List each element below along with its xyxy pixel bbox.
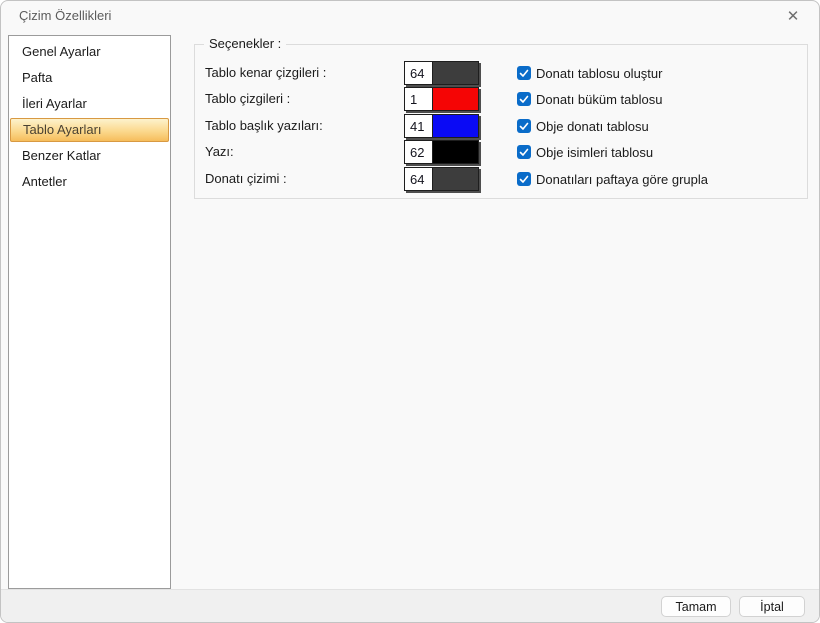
checkbox-create-rebar-table[interactable]: Donatı tablosu oluştur <box>517 61 662 85</box>
dialog-footer: Tamam İptal <box>1 589 819 622</box>
check-icon <box>519 147 529 157</box>
pen-number-input[interactable] <box>405 168 433 190</box>
pen-picker-text[interactable] <box>404 140 479 164</box>
pen-color-swatch[interactable] <box>433 168 478 190</box>
pen-number-input[interactable] <box>405 141 433 163</box>
sidebar-item-benzer-katlar[interactable]: Benzer Katlar <box>10 143 169 169</box>
close-icon: ✕ <box>787 7 800 25</box>
sidebar-item-ileri-ayarlar[interactable]: İleri Ayarlar <box>10 91 169 117</box>
pen-color-swatch[interactable] <box>433 141 478 163</box>
check-icon <box>519 94 529 104</box>
sidebar-item-genel-ayarlar[interactable]: Genel Ayarlar <box>10 39 169 65</box>
check-icon <box>519 68 529 78</box>
setting-label: Tablo çizgileri : <box>205 87 290 111</box>
pen-number-input[interactable] <box>405 62 433 84</box>
checkbox-box <box>517 145 531 159</box>
checkbox-object-rebar-table[interactable]: Obje donatı tablosu <box>517 114 649 138</box>
setting-row: Tablo çizgileri : Donatı büküm tablosu <box>195 87 807 111</box>
pen-picker-table-border-lines[interactable] <box>404 61 479 85</box>
groupbox-title: Seçenekler : <box>204 36 286 51</box>
check-icon <box>519 174 529 184</box>
titlebar: Çizim Özellikleri ✕ <box>1 1 819 31</box>
window-title: Çizim Özellikleri <box>19 1 111 31</box>
checkbox-label: Donatı büküm tablosu <box>536 92 662 107</box>
settings-category-list: Genel Ayarlar Pafta İleri Ayarlar Tablo … <box>8 35 171 589</box>
checkbox-box <box>517 92 531 106</box>
checkbox-box <box>517 66 531 80</box>
drawing-properties-dialog: Çizim Özellikleri ✕ Genel Ayarlar Pafta … <box>0 0 820 623</box>
checkbox-label: Obje isimleri tablosu <box>536 145 653 160</box>
checkbox-box <box>517 172 531 186</box>
pen-number-input[interactable] <box>405 115 433 137</box>
check-icon <box>519 121 529 131</box>
setting-label: Tablo başlık yazıları: <box>205 114 323 138</box>
checkbox-label: Obje donatı tablosu <box>536 119 649 134</box>
setting-row: Yazı: Obje isimleri tablosu <box>195 140 807 164</box>
options-groupbox: Seçenekler : Tablo kenar çizgileri : Don… <box>194 44 808 199</box>
setting-label: Yazı: <box>205 140 234 164</box>
ok-button[interactable]: Tamam <box>661 596 731 617</box>
pen-color-swatch[interactable] <box>433 88 478 110</box>
checkbox-label: Donatıları paftaya göre grupla <box>536 172 708 187</box>
setting-row: Tablo kenar çizgileri : Donatı tablosu o… <box>195 61 807 85</box>
sidebar-item-pafta[interactable]: Pafta <box>10 65 169 91</box>
sidebar-item-tablo-ayarlari[interactable]: Tablo Ayarları <box>10 118 169 142</box>
setting-row: Tablo başlık yazıları: Obje donatı tablo… <box>195 114 807 138</box>
sidebar-item-antetler[interactable]: Antetler <box>10 169 169 195</box>
cancel-button[interactable]: İptal <box>739 596 805 617</box>
pen-number-input[interactable] <box>405 88 433 110</box>
close-button[interactable]: ✕ <box>777 4 809 28</box>
setting-label: Donatı çizimi : <box>205 167 287 191</box>
pen-picker-table-header-text[interactable] <box>404 114 479 138</box>
checkbox-group-rebars-by-sheet[interactable]: Donatıları paftaya göre grupla <box>517 167 708 191</box>
setting-label: Tablo kenar çizgileri : <box>205 61 326 85</box>
checkbox-label: Donatı tablosu oluştur <box>536 66 662 81</box>
pen-picker-table-lines[interactable] <box>404 87 479 111</box>
pen-color-swatch[interactable] <box>433 62 478 84</box>
checkbox-rebar-bending-table[interactable]: Donatı büküm tablosu <box>517 87 662 111</box>
checkbox-object-names-table[interactable]: Obje isimleri tablosu <box>517 140 653 164</box>
pen-picker-rebar-drawing[interactable] <box>404 167 479 191</box>
setting-row: Donatı çizimi : Donatıları paftaya göre … <box>195 167 807 191</box>
checkbox-box <box>517 119 531 133</box>
pen-color-swatch[interactable] <box>433 115 478 137</box>
